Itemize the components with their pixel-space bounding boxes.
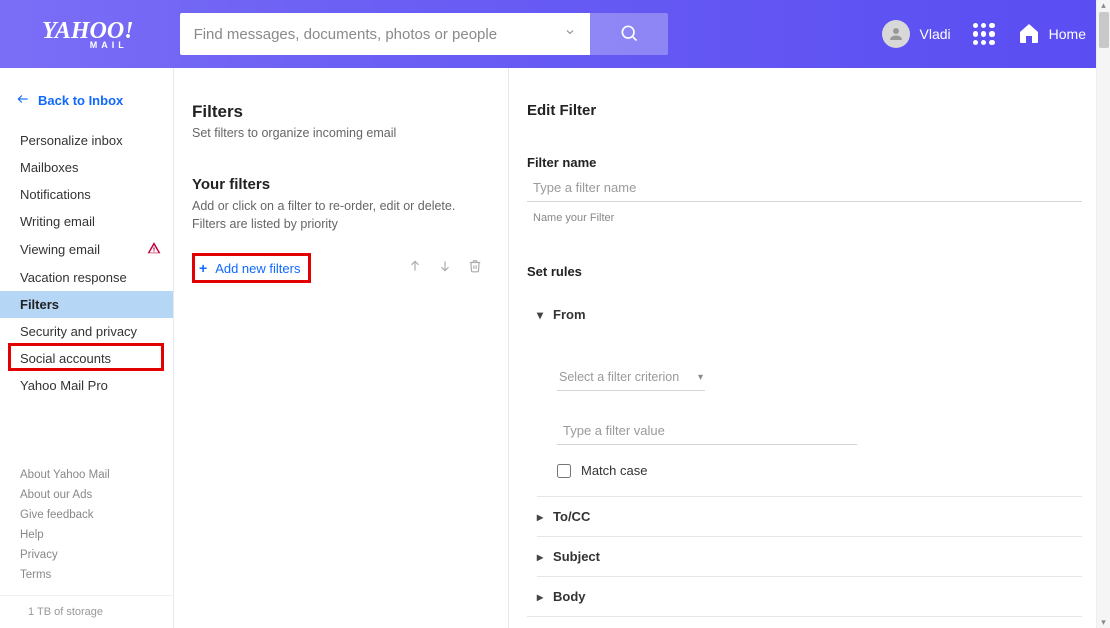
header-right: Vladi Home [882,20,1087,48]
filter-order-actions [408,259,482,278]
sidebar-item-label: Viewing email [20,242,100,257]
match-case-row: Match case [557,463,1082,478]
settings-sidebar: Back to Inbox Personalize inbox Mailboxes… [0,68,174,628]
match-case-label: Match case [581,463,647,478]
search-icon [619,23,639,46]
plus-icon: + [199,260,207,276]
filter-name-helper: Name your Filter [527,212,1082,224]
chevron-right-icon: ▸ [537,510,543,524]
your-filters-title: Your filters [192,176,488,193]
add-filter-label: Add new filters [215,261,300,276]
warning-icon [147,241,161,258]
filter-name-label: Filter name [527,155,1082,170]
arrow-left-icon [16,92,30,109]
home-icon [1017,21,1041,48]
caret-down-icon: ▾ [698,372,703,383]
chevron-right-icon: ▸ [537,590,543,604]
scroll-up-icon[interactable]: ▴ [1097,0,1110,11]
sidebar-item-writing-email[interactable]: Writing email [0,208,173,235]
main-area: Back to Inbox Personalize inbox Mailboxes… [0,68,1110,628]
chevron-down-icon[interactable] [564,25,576,43]
avatar-icon [882,20,910,48]
filters-subtitle: Set filters to organize incoming email [192,126,488,140]
sidebar-item-filters[interactable]: Filters [0,291,173,318]
search-box[interactable] [180,13,590,55]
set-rules-label: Set rules [527,264,1082,279]
sidebar-item-social-accounts[interactable]: Social accounts [0,345,173,372]
vertical-scrollbar[interactable]: ▴ ▾ [1096,0,1110,628]
footer-link-help[interactable]: Help [20,525,173,545]
rule-label: To/CC [553,509,590,524]
sidebar-item-personalize-inbox[interactable]: Personalize inbox [0,127,173,154]
storage-info: 1 TB of storage [0,595,173,628]
back-to-inbox[interactable]: Back to Inbox [0,92,173,127]
sidebar-item-mailboxes[interactable]: Mailboxes [0,154,173,181]
sidebar-item-yahoo-mail-pro[interactable]: Yahoo Mail Pro [0,372,173,399]
logo-subtext: MAIL [90,41,128,50]
rule-body[interactable]: ▸ Body [537,576,1082,616]
criterion-placeholder: Select a filter criterion [559,370,679,384]
footer-link-about-yahoo-mail[interactable]: About Yahoo Mail [20,465,173,485]
chevron-right-icon: ▸ [537,550,543,564]
rule-to-cc[interactable]: ▸ To/CC [537,496,1082,536]
sidebar-item-label: Mailboxes [20,160,79,175]
criterion-select[interactable]: Select a filter criterion ▾ [557,364,705,391]
footer-link-give-feedback[interactable]: Give feedback [20,505,173,525]
sidebar-item-label: Yahoo Mail Pro [20,378,108,393]
home-button[interactable]: Home [1017,21,1086,48]
search-bar [180,13,668,55]
rule-label: Subject [553,549,600,564]
search-input[interactable] [194,26,556,43]
footer-link-about-our-ads[interactable]: About our Ads [20,485,173,505]
app-header: YAHOO! MAIL Vladi Hom [0,0,1110,68]
sidebar-item-label: Vacation response [20,270,127,285]
delete-icon[interactable] [468,259,482,278]
sidebar-item-security-and-privacy[interactable]: Security and privacy [0,318,173,345]
filters-column: Filters Set filters to organize incoming… [174,68,509,628]
move-up-icon[interactable] [408,259,422,278]
sidebar-item-label: Filters [20,297,59,312]
edit-filter-column: Edit Filter Filter name Name your Filter… [509,68,1110,628]
sidebar-item-vacation-response[interactable]: Vacation response [0,264,173,291]
footer-links: About Yahoo MailAbout our AdsGive feedba… [0,465,173,595]
rule-from[interactable]: ▾ From [537,295,1082,334]
logo-text: YAHOO! [42,19,134,43]
rule-label: From [553,307,586,322]
filter-name-input[interactable] [527,170,1082,202]
user-name: Vladi [920,26,951,42]
footer-link-terms[interactable]: Terms [20,565,173,585]
sidebar-item-label: Security and privacy [20,324,137,339]
back-label: Back to Inbox [38,93,123,108]
rules-section: ▾ From Select a filter criterion ▾ Match cas… [527,295,1082,617]
match-case-checkbox[interactable] [557,464,571,478]
home-label: Home [1049,26,1086,42]
scroll-down-icon[interactable]: ▾ [1097,617,1110,628]
rule-subject[interactable]: ▸ Subject [537,536,1082,576]
footer-link-privacy[interactable]: Privacy [20,545,173,565]
edit-filter-title: Edit Filter [527,102,1082,119]
filter-value-input[interactable] [557,413,857,445]
sidebar-item-label: Social accounts [20,351,111,366]
filters-title: Filters [192,102,488,122]
sidebar-item-label: Writing email [20,214,95,229]
yahoo-logo[interactable]: YAHOO! MAIL [42,19,134,50]
add-new-filters-button[interactable]: + Add new filters [192,253,311,283]
your-filters-desc: Add or click on a filter to re-order, ed… [192,197,488,233]
rule-expanded-panel: Select a filter criterion ▾ Match case [537,334,1082,496]
user-menu[interactable]: Vladi [882,20,951,48]
sidebar-item-viewing-email[interactable]: Viewing email [0,235,173,264]
scrollbar-thumb[interactable] [1099,12,1109,48]
chevron-down-icon: ▾ [537,308,543,322]
move-down-icon[interactable] [438,259,452,278]
search-button[interactable] [590,13,668,55]
apps-grid-icon[interactable] [973,23,995,45]
sidebar-item-notifications[interactable]: Notifications [0,181,173,208]
sidebar-item-label: Personalize inbox [20,133,123,148]
sidebar-item-label: Notifications [20,187,91,202]
rule-label: Body [553,589,586,604]
